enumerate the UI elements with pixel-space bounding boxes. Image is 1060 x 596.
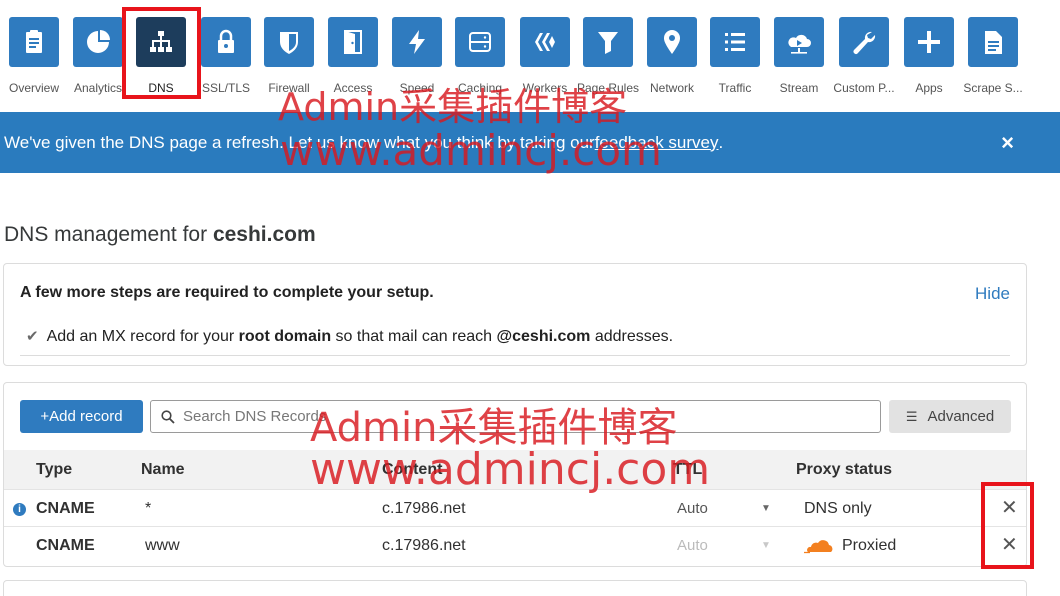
nav-label: Network <box>649 81 694 95</box>
dns-tab-highlight <box>122 7 201 99</box>
door-icon <box>328 17 378 67</box>
record-name: * <box>145 500 152 517</box>
shield-icon <box>264 17 314 67</box>
nav-item-speed[interactable]: Speed <box>385 15 449 105</box>
record-type: CNAME <box>36 500 95 517</box>
step-bold-2: @ceshi.com <box>496 328 591 345</box>
clipboard-icon <box>9 17 59 67</box>
next-card <box>3 580 1027 596</box>
nav-label: Custom P... <box>833 81 895 95</box>
nav-label: Workers <box>522 81 568 95</box>
nav-label: SSL/TLS <box>201 81 251 95</box>
table-row[interactable]: CNAME www c.17986.net Auto ▼ Proxied ✕ <box>4 526 1026 563</box>
nav-item-overview[interactable]: Overview <box>2 15 66 105</box>
nav-item-apps[interactable]: Apps <box>897 15 961 105</box>
nav-label: Page Rules <box>576 81 640 95</box>
col-content[interactable]: Content <box>382 450 442 489</box>
nav-label: Overview <box>8 81 59 95</box>
table-header: Type Name Content TTL Proxy status <box>4 450 1026 489</box>
nav-item-network[interactable]: Network <box>640 15 704 105</box>
chevron-down-icon: ▼ <box>761 540 771 551</box>
nav-item-page-rules[interactable]: Page Rules <box>576 15 640 105</box>
location-pin-icon <box>647 17 697 67</box>
nav-label: Analytics <box>73 81 123 95</box>
nav-label: Access <box>333 81 373 95</box>
nav-label: Speed <box>399 81 435 95</box>
pie-chart-icon <box>73 17 123 67</box>
bolt-icon <box>392 17 442 67</box>
nav-label: Apps <box>915 81 943 95</box>
lock-icon <box>201 17 251 67</box>
document-icon <box>968 17 1018 67</box>
page-title-prefix: DNS management for <box>4 223 213 246</box>
plus-icon <box>904 17 954 67</box>
nav-label: Firewall <box>268 81 310 95</box>
record-content: c.17986.net <box>382 500 466 517</box>
search-dns-input[interactable] <box>183 408 843 425</box>
workers-icon <box>520 17 570 67</box>
advanced-label: Advanced <box>927 408 995 425</box>
proxy-status[interactable]: Proxied <box>804 527 896 564</box>
nav-item-workers[interactable]: Workers <box>513 15 577 105</box>
banner-close-icon[interactable]: × <box>1001 130 1014 156</box>
info-icon[interactable]: i <box>13 503 26 516</box>
nav-label: Scrape S... <box>963 81 1023 95</box>
banner-text: We've given the DNS page a refresh. Let … <box>4 132 595 152</box>
setup-heading: A few more steps are required to complet… <box>20 284 434 301</box>
table-row[interactable]: i CNAME * c.17986.net Auto ▼ DNS only ✕ <box>4 489 1026 526</box>
delete-highlight <box>981 482 1034 569</box>
cloud-icon <box>804 539 833 553</box>
search-box <box>150 400 881 433</box>
chevron-down-icon[interactable]: ▼ <box>761 490 771 527</box>
refresh-banner: We've given the DNS page a refresh. Let … <box>0 112 1060 173</box>
record-type: CNAME <box>36 537 95 554</box>
search-icon <box>161 409 175 424</box>
list-icon <box>710 17 760 67</box>
add-record-button[interactable]: +Add record <box>20 400 143 433</box>
col-name[interactable]: Name <box>141 450 185 489</box>
proxy-status[interactable]: DNS only <box>804 490 872 527</box>
page-title: DNS management for ceshi.com <box>4 223 316 247</box>
col-ttl[interactable]: TTL <box>673 450 702 489</box>
nav-item-scrape-s[interactable]: Scrape S... <box>961 15 1025 105</box>
cloud-play-icon <box>774 17 824 67</box>
banner-text-end: . <box>718 132 724 152</box>
nav-label: Traffic <box>718 81 752 95</box>
ttl-select[interactable]: Auto <box>677 490 708 527</box>
page-title-domain: ceshi.com <box>212 223 316 246</box>
step-text-1: Add an MX record for your <box>46 328 239 345</box>
feedback-survey-link[interactable]: feedback survey <box>595 133 719 153</box>
step-bold-1: root domain <box>238 328 332 345</box>
col-type[interactable]: Type <box>36 450 72 489</box>
record-content: c.17986.net <box>382 537 466 554</box>
proxy-label: Proxied <box>842 537 897 554</box>
setup-step-mx: ✔ Add an MX record for your root domain s… <box>26 327 673 346</box>
wrench-icon <box>839 17 889 67</box>
col-proxy-status[interactable]: Proxy status <box>796 450 892 489</box>
list-icon: ☰ <box>905 408 918 424</box>
setup-card: A few more steps are required to complet… <box>3 263 1027 366</box>
nav-item-access[interactable]: Access <box>321 15 385 105</box>
checkmark-icon: ✔ <box>26 328 39 345</box>
setup-divider <box>20 355 1010 356</box>
step-text-3: addresses. <box>590 328 674 345</box>
ttl-select: Auto <box>677 537 708 554</box>
nav-item-custom-p[interactable]: Custom P... <box>832 15 896 105</box>
step-text-2: so that mail can reach <box>331 328 497 345</box>
nav-item-analytics[interactable]: Analytics <box>66 15 130 105</box>
nav-item-firewall[interactable]: Firewall <box>257 15 321 105</box>
record-name: www <box>145 537 180 554</box>
server-icon <box>455 17 505 67</box>
advanced-button[interactable]: ☰ Advanced <box>889 400 1011 433</box>
nav-label: Stream <box>779 81 819 95</box>
nav-item-ssl-tls[interactable]: SSL/TLS <box>194 15 258 105</box>
dns-records-card: +Add record ☰ Advanced Type Name Content … <box>3 382 1027 567</box>
filter-icon <box>583 17 633 67</box>
nav-label: Caching <box>457 81 503 95</box>
setup-hide-link[interactable]: Hide <box>975 284 1010 304</box>
nav-item-traffic[interactable]: Traffic <box>703 15 767 105</box>
nav-item-caching[interactable]: Caching <box>448 15 512 105</box>
nav-item-stream[interactable]: Stream <box>767 15 831 105</box>
